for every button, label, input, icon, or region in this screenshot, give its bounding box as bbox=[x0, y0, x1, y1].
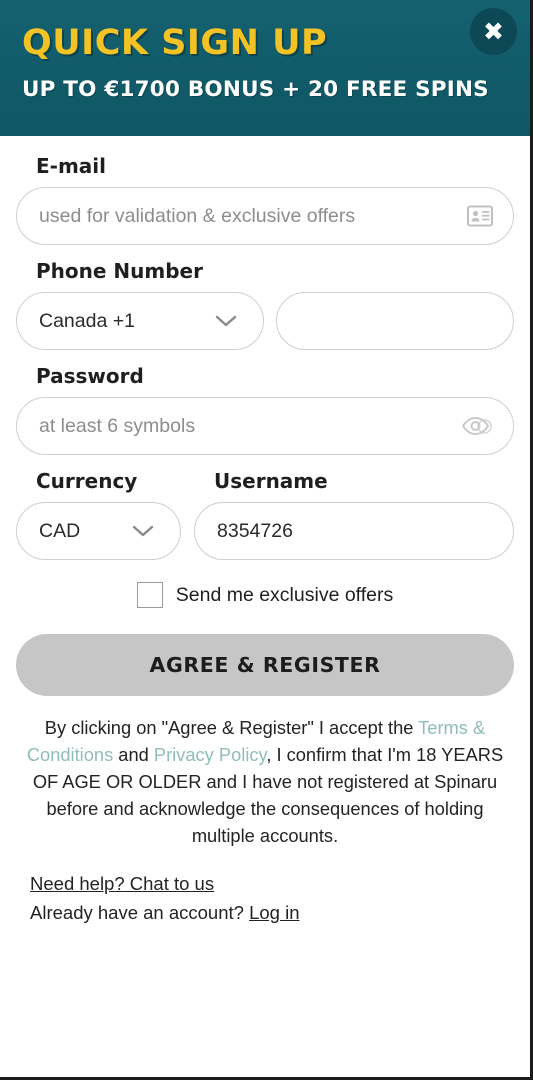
promo-subtitle: UP TO €1700 BONUS + 20 FREE SPINS bbox=[22, 76, 489, 102]
username-input[interactable]: 8354726 bbox=[194, 502, 514, 560]
email-field-group: E-mail used for validation & exclusive o… bbox=[16, 154, 514, 245]
currency-value: CAD bbox=[39, 519, 81, 542]
phone-number-input[interactable] bbox=[276, 292, 514, 350]
agree-and-register-label: AGREE & REGISTER bbox=[149, 653, 381, 677]
email-placeholder: used for validation & exclusive offers bbox=[39, 204, 356, 227]
login-line: Already have an account? Log in bbox=[30, 900, 500, 927]
legal-part-1: By clicking on "Agree & Register" I acce… bbox=[44, 717, 419, 738]
offers-checkbox[interactable] bbox=[136, 582, 163, 608]
phone-number-wrapper bbox=[276, 292, 514, 350]
currency-username-row: CAD 8354726 bbox=[16, 502, 514, 560]
page-title: QUICK SIGN UP bbox=[22, 23, 328, 63]
chat-support-link[interactable]: Need help? Chat to us bbox=[30, 873, 214, 894]
country-code-select[interactable]: Canada +1 bbox=[16, 292, 264, 350]
username-label-wrapper: Username bbox=[194, 469, 514, 502]
modal-header: QUICK SIGN UP UP TO €1700 BONUS + 20 FRE… bbox=[0, 0, 530, 136]
currency-username-labels: Currency Username bbox=[16, 469, 514, 502]
legal-part-2: and bbox=[113, 744, 154, 766]
phone-label: Phone Number bbox=[36, 259, 203, 283]
phone-row: Canada +1 bbox=[16, 292, 514, 350]
legal-text: By clicking on "Agree & Register" I acce… bbox=[16, 714, 514, 849]
password-input[interactable]: at least 6 symbols bbox=[16, 397, 514, 455]
contact-card-icon[interactable] bbox=[467, 205, 493, 227]
chevron-down-icon bbox=[215, 315, 237, 328]
privacy-policy-link[interactable]: Privacy Policy bbox=[154, 744, 266, 765]
password-placeholder: at least 6 symbols bbox=[39, 414, 196, 437]
login-prompt: Already have an account? bbox=[30, 902, 250, 924]
chevron-down-icon bbox=[132, 525, 154, 538]
signup-modal: QUICK SIGN UP UP TO €1700 BONUS + 20 FRE… bbox=[0, 0, 533, 1080]
signup-form: E-mail used for validation & exclusive o… bbox=[0, 136, 530, 927]
help-line: Need help? Chat to us bbox=[30, 871, 500, 898]
password-label: Password bbox=[36, 364, 144, 388]
offers-checkbox-label: Send me exclusive offers bbox=[175, 583, 394, 606]
email-label: E-mail bbox=[36, 154, 107, 178]
agree-and-register-button[interactable]: AGREE & REGISTER bbox=[16, 634, 514, 696]
modal-footer: Need help? Chat to us Already have an ac… bbox=[16, 849, 514, 927]
currency-username-group: Currency Username CAD 8354726 bbox=[16, 469, 514, 560]
currency-label-wrapper: Currency bbox=[16, 469, 181, 502]
currency-select[interactable]: CAD bbox=[16, 502, 181, 560]
currency-wrapper: CAD bbox=[16, 502, 181, 560]
close-button[interactable]: ✖ bbox=[470, 8, 517, 55]
close-icon: ✖ bbox=[483, 17, 504, 46]
username-label: Username bbox=[214, 469, 328, 493]
phone-field-group: Phone Number Canada +1 bbox=[16, 259, 514, 350]
currency-label: Currency bbox=[36, 469, 138, 493]
offers-checkbox-row[interactable]: Send me exclusive offers bbox=[16, 582, 514, 608]
eye-icon[interactable] bbox=[461, 416, 493, 436]
country-code-wrapper: Canada +1 bbox=[16, 292, 264, 350]
email-input[interactable]: used for validation & exclusive offers bbox=[16, 187, 514, 245]
username-wrapper: 8354726 bbox=[194, 502, 514, 560]
username-value: 8354726 bbox=[217, 519, 293, 542]
password-field-group: Password at least 6 symbols bbox=[16, 364, 514, 455]
login-link[interactable]: Log in bbox=[249, 902, 299, 923]
country-code-value: Canada +1 bbox=[39, 309, 135, 332]
